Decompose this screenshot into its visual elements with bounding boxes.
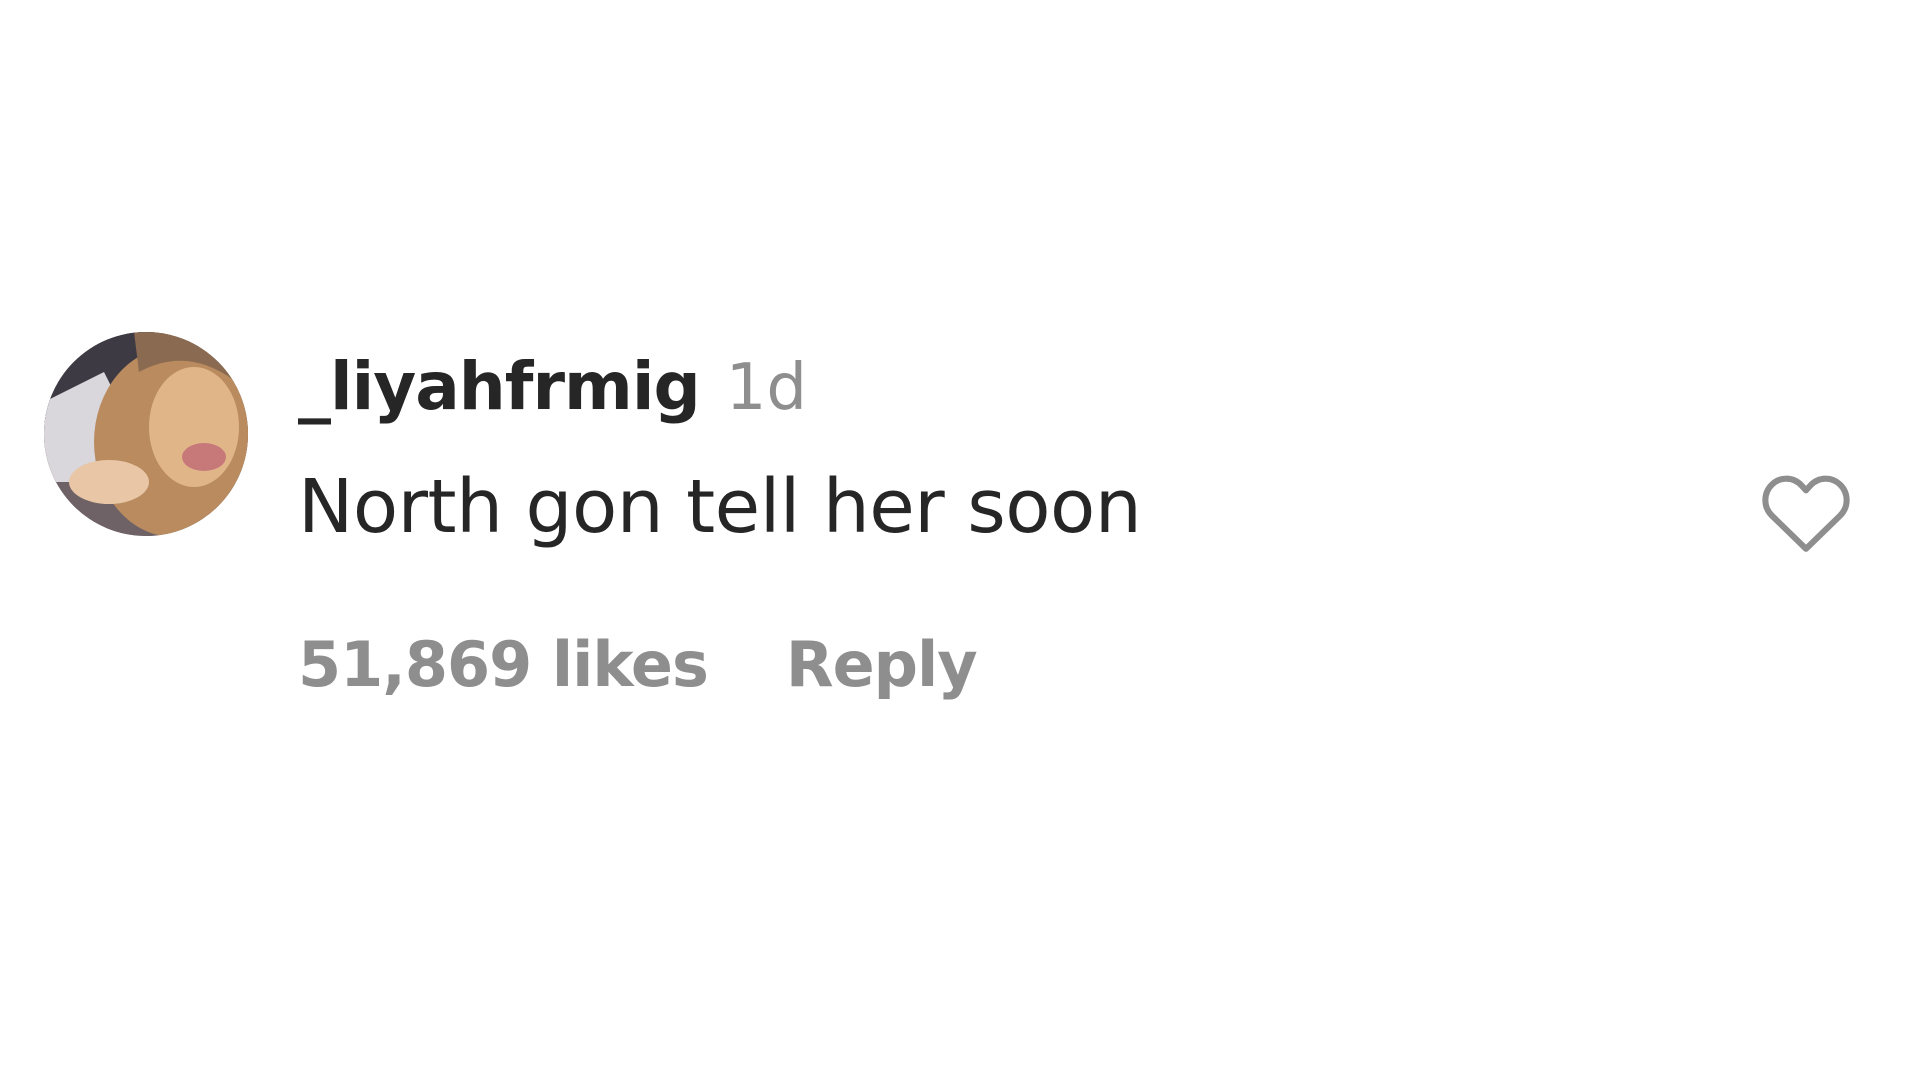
like-button[interactable] <box>1754 460 1858 564</box>
comment-item: _liyahfrmig 1d North gon tell her soon 5… <box>0 0 1920 1080</box>
comment-text: North gon tell her soon <box>298 464 1142 550</box>
username-link[interactable]: _liyahfrmig <box>298 348 701 425</box>
comment-actions: 51,869 likes Reply <box>298 628 978 701</box>
comment-header: _liyahfrmig 1d <box>298 348 807 428</box>
avatar-photo <box>44 332 248 536</box>
reply-button[interactable]: Reply <box>786 628 978 701</box>
likes-count[interactable]: 51,869 likes <box>298 628 709 701</box>
page: _liyahfrmig 1d North gon tell her soon 5… <box>0 0 1920 1080</box>
heart-outline-icon <box>1762 475 1850 552</box>
timestamp[interactable]: 1d <box>726 351 807 425</box>
avatar[interactable] <box>44 332 248 536</box>
